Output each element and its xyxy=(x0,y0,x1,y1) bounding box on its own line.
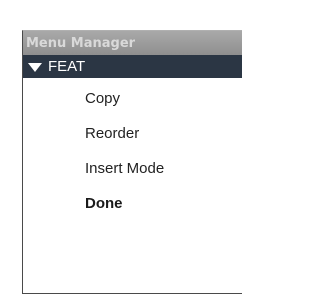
panel-title: Menu Manager xyxy=(26,35,136,51)
group-header-feat[interactable]: FEAT xyxy=(23,55,242,78)
menu-list: Copy Reorder Insert Mode Done xyxy=(23,78,242,221)
reorder-menu-item[interactable]: Reorder xyxy=(23,116,242,151)
group-label: FEAT xyxy=(48,58,86,75)
panel-titlebar: Menu Manager xyxy=(23,31,242,55)
copy-menu-item[interactable]: Copy xyxy=(23,81,242,116)
menu-manager-panel: Menu Manager FEAT Copy Reorder Insert Mo… xyxy=(22,30,242,294)
triangle-down-icon xyxy=(28,62,42,72)
insert-mode-menu-item[interactable]: Insert Mode xyxy=(23,151,242,186)
done-menu-item[interactable]: Done xyxy=(23,186,242,221)
